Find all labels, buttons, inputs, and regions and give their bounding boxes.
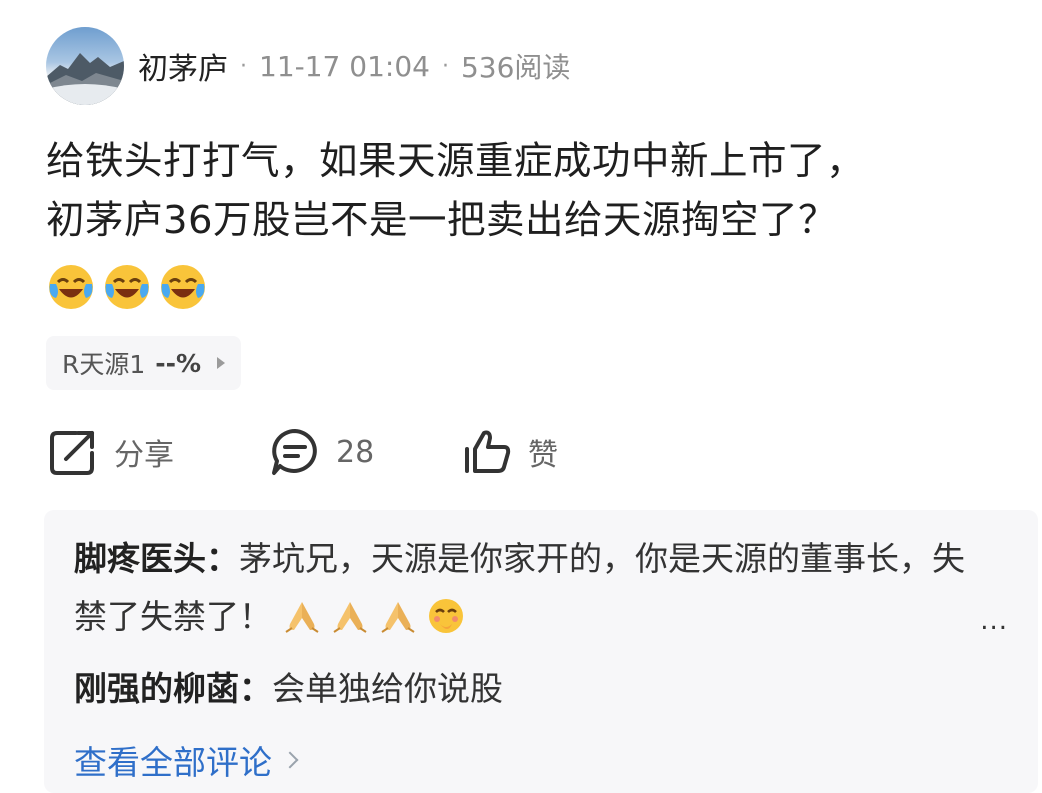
action-bar: 分享 28 赞 [46, 422, 646, 482]
stock-name: R天源1 [62, 350, 146, 379]
stock-change: --% [155, 348, 202, 378]
praying-hands-emoji [381, 602, 415, 633]
view-all-label: 查看全部评论 [74, 743, 272, 782]
crying-laugh-emoji [161, 265, 205, 309]
chevron-right-icon [281, 751, 299, 769]
author-name[interactable]: 初茅庐 [138, 44, 228, 88]
comment-author[interactable]: 脚疼医头： [74, 539, 239, 578]
share-button[interactable]: 分享 [46, 422, 174, 482]
comment-item[interactable]: 脚疼医头：茅坑兄，天源是你家开的，你是天源的董事长，失禁了失禁了！ [74, 530, 974, 646]
post-header: 初茅庐 · 11-17 01:04 · 536阅读 [46, 26, 570, 106]
view-all-comments-link[interactable]: 查看全部评论 [74, 736, 299, 784]
like-button[interactable]: 赞 [460, 422, 558, 482]
stock-tag[interactable]: R天源1 --% [46, 336, 242, 390]
meta-separator: · [240, 53, 247, 79]
shy-face-emoji [429, 599, 463, 633]
post-emoji-row [46, 262, 208, 312]
praying-hands-emoji [285, 602, 319, 633]
share-label: 分享 [114, 438, 174, 473]
comment-icon [272, 429, 317, 475]
comment-item[interactable]: 刚强的柳菡：会单独给你说股 [74, 660, 974, 718]
crying-laugh-emoji [49, 265, 93, 309]
comment-text: 会单独给你说股 [272, 669, 503, 708]
praying-hands-emoji [333, 602, 367, 633]
thumbs-up-icon [465, 430, 511, 473]
post-content: 给铁头打打气，如果天源重症成功中新上市了， 初茅庐36万股岂不是一把卖出给天源掏… [46, 139, 866, 243]
crying-laugh-emoji [105, 265, 149, 309]
share-icon [50, 431, 94, 475]
avatar[interactable] [46, 27, 124, 105]
play-arrow-icon [217, 357, 226, 369]
meta-separator: · [441, 53, 449, 79]
comment-author[interactable]: 刚强的柳菡： [74, 669, 272, 708]
comment-preview-box: 脚疼医头：茅坑兄，天源是你家开的，你是天源的董事长，失禁了失禁了！ ... 刚强… [44, 510, 1038, 793]
mountain-landscape-image [46, 53, 124, 105]
read-count: 536阅读 [460, 51, 571, 84]
like-label: 赞 [528, 438, 558, 473]
more-options-button[interactable]: ... [980, 606, 1008, 636]
comment-button[interactable]: 28 [268, 422, 374, 482]
post-time: 11-17 01:04 [259, 49, 430, 83]
comment-count: 28 [336, 434, 375, 470]
comment-emojis [282, 596, 466, 636]
